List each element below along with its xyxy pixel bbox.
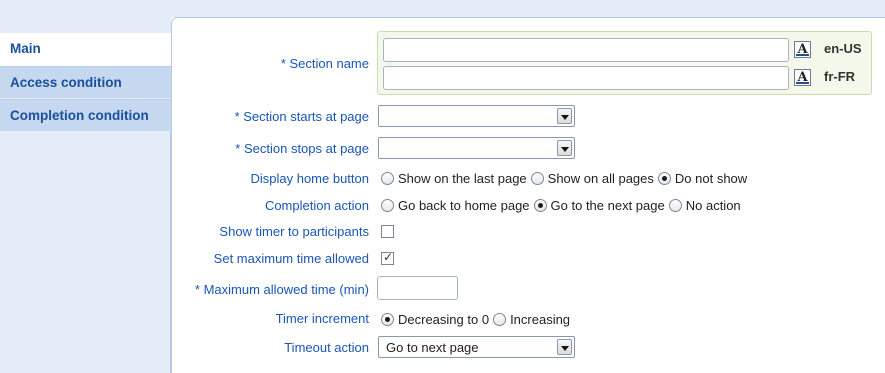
- tab-completion-condition[interactable]: Completion condition: [0, 99, 171, 131]
- timer-option-increasing[interactable]: Increasing: [493, 312, 570, 327]
- radio-button[interactable]: [657, 172, 671, 185]
- option-label: Go to the next page: [550, 198, 665, 213]
- timeout-action-label: Timeout action: [284, 340, 369, 355]
- timer-increment-label: Timer increment: [275, 311, 369, 326]
- option-label: Show on the last page: [398, 171, 527, 186]
- stops-at-label: * Section stops at page: [235, 141, 369, 156]
- display-home-option-all[interactable]: Show on all pages: [530, 171, 654, 186]
- chevron-down-icon[interactable]: [557, 108, 572, 124]
- language-code-en: en-US: [824, 41, 862, 56]
- sidebar-filler: [0, 132, 171, 373]
- chevron-down-icon[interactable]: [557, 339, 572, 355]
- option-label: No action: [685, 198, 741, 213]
- max-time-label: * Maximum allowed time (min): [194, 282, 369, 297]
- option-label: Do not show: [674, 171, 748, 186]
- option-label: Show on all pages: [547, 171, 654, 186]
- section-name-en-input[interactable]: [383, 38, 789, 62]
- language-code-fr: fr-FR: [824, 69, 856, 84]
- show-timer-label: Show timer to participants: [219, 224, 369, 239]
- radio-button[interactable]: [381, 199, 394, 212]
- tab-access-condition[interactable]: Access condition: [0, 66, 171, 98]
- radio-button[interactable]: [668, 199, 682, 212]
- tab-main[interactable]: Main: [0, 33, 171, 67]
- chevron-down-icon[interactable]: [557, 140, 572, 156]
- display-home-option-none[interactable]: Do not show: [657, 171, 748, 186]
- starts-at-select[interactable]: [378, 105, 575, 127]
- section-name-fr-input[interactable]: [383, 66, 789, 90]
- timeout-action-value: Go to next page: [386, 340, 479, 355]
- language-editor-icon[interactable]: A: [794, 41, 811, 58]
- display-home-option-last[interactable]: Show on the last page: [381, 171, 527, 186]
- max-time-input[interactable]: [377, 276, 458, 300]
- radio-button[interactable]: [381, 313, 394, 326]
- timeout-action-select[interactable]: Go to next page: [378, 336, 575, 358]
- completion-action-options: Go back to home page Go to the next page…: [381, 198, 745, 213]
- radio-button[interactable]: [493, 313, 507, 326]
- completion-option-none[interactable]: No action: [668, 198, 741, 213]
- top-band: [0, 0, 885, 17]
- display-home-options: Show on the last page Show on all pages …: [381, 171, 751, 186]
- completion-option-next[interactable]: Go to the next page: [533, 198, 665, 213]
- set-max-time-checkbox[interactable]: [381, 250, 394, 265]
- timer-option-decreasing[interactable]: Decreasing to 0: [381, 312, 489, 327]
- timer-increment-options: Decreasing to 0 Increasing: [381, 312, 574, 327]
- option-label: Decreasing to 0: [398, 312, 490, 327]
- section-name-label: * Section name: [280, 56, 369, 71]
- starts-at-label: * Section starts at page: [234, 109, 369, 124]
- language-editor-icon[interactable]: A: [794, 69, 811, 86]
- show-timer-checkbox[interactable]: [381, 225, 394, 238]
- radio-button[interactable]: [530, 172, 544, 185]
- radio-button[interactable]: [381, 172, 394, 185]
- completion-option-home[interactable]: Go back to home page: [381, 198, 530, 213]
- option-label: Increasing: [510, 312, 571, 327]
- completion-action-label: Completion action: [264, 198, 369, 213]
- option-label: Go back to home page: [398, 198, 530, 213]
- stops-at-select[interactable]: [378, 137, 575, 159]
- radio-button[interactable]: [533, 199, 547, 212]
- set-max-time-label: Set maximum time allowed: [213, 251, 369, 266]
- display-home-label: Display home button: [250, 171, 369, 186]
